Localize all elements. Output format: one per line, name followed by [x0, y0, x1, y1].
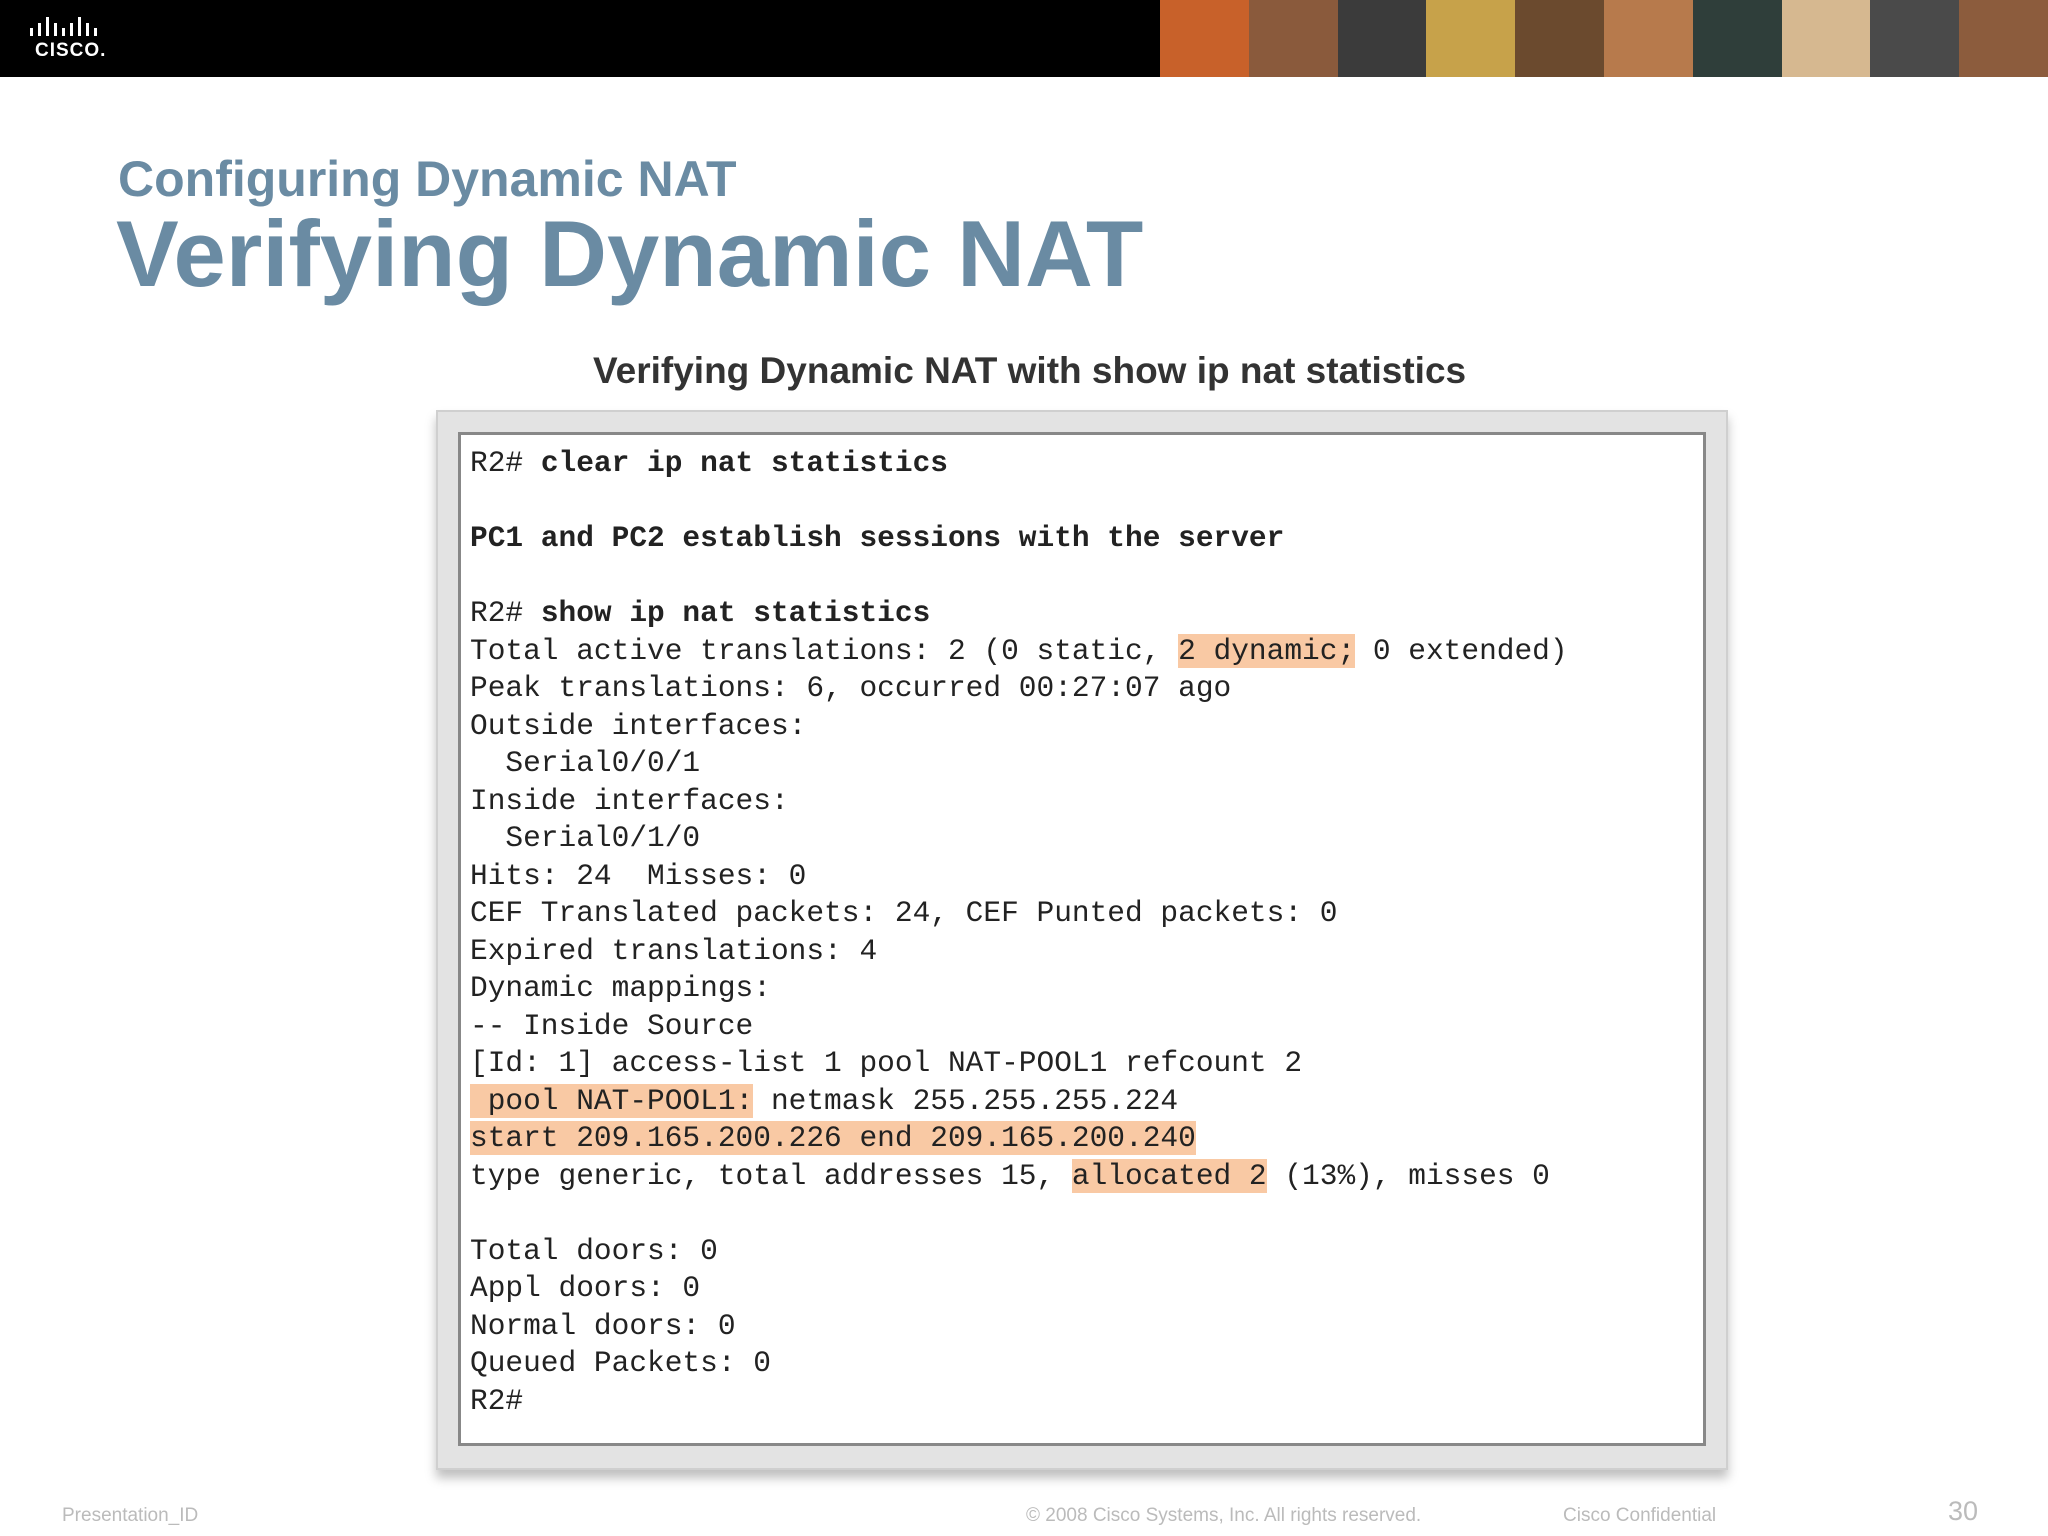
- output-text: Total doors: 0: [470, 1233, 718, 1268]
- output-text: Appl doors: 0: [470, 1271, 701, 1305]
- terminal-line: Expired translations: 4: [470, 933, 1568, 971]
- terminal-line: CEF Translated packets: 24, CEF Punted p…: [470, 895, 1568, 933]
- page-title: Verifying Dynamic NAT: [116, 201, 1144, 306]
- highlighted-text: pool NAT-POOL1:: [470, 1083, 754, 1118]
- command-text: clear ip nat statistics: [540, 446, 948, 480]
- terminal-line: Hits: 24 Misses: 0: [470, 858, 1568, 896]
- photo-banner: [1160, 0, 2048, 77]
- terminal-frame: R2# clear ip nat statistics PC1 and PC2 e…: [436, 410, 1728, 1470]
- banner-photo-tile: [1515, 0, 1604, 77]
- banner-photo-tile: [1959, 0, 2048, 77]
- terminal-output: R2# clear ip nat statistics PC1 and PC2 e…: [458, 432, 1706, 1446]
- output-text: CEF Translated packets: 24, CEF Punted p…: [470, 896, 1338, 930]
- output-text: R2#: [470, 1383, 524, 1418]
- footer-copyright: © 2008 Cisco Systems, Inc. All rights re…: [1026, 1505, 1422, 1526]
- terminal-lines: R2# clear ip nat statistics PC1 and PC2 e…: [470, 445, 1568, 1420]
- output-text: Dynamic mappings:: [470, 971, 771, 1005]
- terminal-line: Inside interfaces:: [470, 783, 1568, 821]
- banner-photo-tile: [1248, 0, 1338, 77]
- terminal-line: -- Inside Source: [470, 1008, 1568, 1046]
- output-text: R2#: [470, 446, 541, 480]
- cisco-logo: CISCO.: [28, 14, 118, 64]
- highlighted-text: start 209.165.200.226 end 209.165.200.24…: [470, 1121, 1196, 1155]
- output-text: Normal doors: 0: [470, 1308, 736, 1343]
- banner-photo-tile: [1603, 0, 1693, 77]
- section-title: Configuring Dynamic NAT: [118, 151, 737, 207]
- output-text: Serial0/0/1: [470, 746, 701, 780]
- output-text: Expired translations: 4: [470, 933, 878, 968]
- terminal-line: Total active translations: 2 (0 static, …: [470, 633, 1568, 671]
- output-text: (13%), misses 0: [1266, 1158, 1550, 1193]
- terminal-line: R2# clear ip nat statistics: [470, 445, 1568, 483]
- terminal-line: start 209.165.200.226 end 209.165.200.24…: [470, 1120, 1568, 1158]
- output-text: type generic, total addresses 15,: [470, 1158, 1072, 1193]
- output-text: Hits: 24 Misses: 0: [470, 858, 807, 893]
- terminal-line: Normal doors: 0: [470, 1308, 1568, 1346]
- terminal-line: Appl doors: 0: [470, 1270, 1568, 1308]
- terminal-line: Peak translations: 6, occurred 00:27:07 …: [470, 670, 1568, 708]
- command-text: show ip nat statistics: [540, 596, 931, 630]
- terminal-line: type generic, total addresses 15, alloca…: [470, 1158, 1568, 1196]
- page-number: 30: [1948, 1496, 1979, 1526]
- banner-photo-tile: [1781, 0, 1871, 77]
- footer-confidential: Cisco Confidential: [1563, 1505, 1717, 1526]
- terminal-line: PC1 and PC2 establish sessions with the …: [470, 520, 1568, 558]
- highlighted-text: 2 dynamic;: [1178, 633, 1356, 668]
- output-text: Queued Packets: 0: [470, 1346, 771, 1380]
- terminal-line: Outside interfaces:: [470, 708, 1568, 746]
- terminal-line: Dynamic mappings:: [470, 970, 1568, 1008]
- banner-photo-tile: [1692, 0, 1782, 77]
- terminal-line: Queued Packets: 0: [470, 1345, 1568, 1383]
- terminal-line: R2#: [470, 1383, 1568, 1421]
- logo-text: CISCO.: [35, 40, 107, 61]
- command-text: PC1 and PC2 establish sessions with the …: [470, 521, 1285, 555]
- highlighted-text: allocated 2: [1071, 1158, 1267, 1193]
- terminal-line: Total doors: 0: [470, 1233, 1568, 1271]
- terminal-line: R2# show ip nat statistics: [470, 595, 1568, 633]
- output-text: Outside interfaces:: [470, 708, 807, 743]
- banner-photo-tile: [1337, 0, 1427, 77]
- output-text: netmask 255.255.255.224: [753, 1083, 1179, 1118]
- banner-photo-tile: [1426, 0, 1516, 77]
- terminal-line: pool NAT-POOL1: netmask 255.255.255.224: [470, 1083, 1568, 1121]
- output-text: Total active translations: 2 (0 static,: [470, 633, 1179, 668]
- output-text: R2#: [470, 596, 541, 630]
- output-text: Inside interfaces:: [470, 783, 789, 818]
- output-text: Serial0/1/0: [470, 821, 701, 855]
- terminal-line: Serial0/1/0: [470, 820, 1568, 858]
- terminal-line: Serial0/0/1: [470, 745, 1568, 783]
- header-bar: CISCO.: [0, 0, 2048, 77]
- banner-photo-tile: [1160, 0, 1249, 77]
- cisco-bars-icon: [30, 17, 97, 36]
- footer-presentation-id: Presentation_ID: [62, 1505, 199, 1526]
- output-text: [Id: 1] access-list 1 pool NAT-POOL1 ref…: [470, 1046, 1303, 1080]
- output-text: Peak translations: 6, occurred 00:27:07 …: [470, 671, 1232, 705]
- output-text: -- Inside Source: [470, 1008, 754, 1043]
- output-text: 0 extended): [1355, 633, 1568, 668]
- terminal-line: [Id: 1] access-list 1 pool NAT-POOL1 ref…: [470, 1045, 1568, 1083]
- figure-caption: Verifying Dynamic NAT with show ip nat s…: [593, 350, 1467, 391]
- banner-photo-tile: [1870, 0, 1960, 77]
